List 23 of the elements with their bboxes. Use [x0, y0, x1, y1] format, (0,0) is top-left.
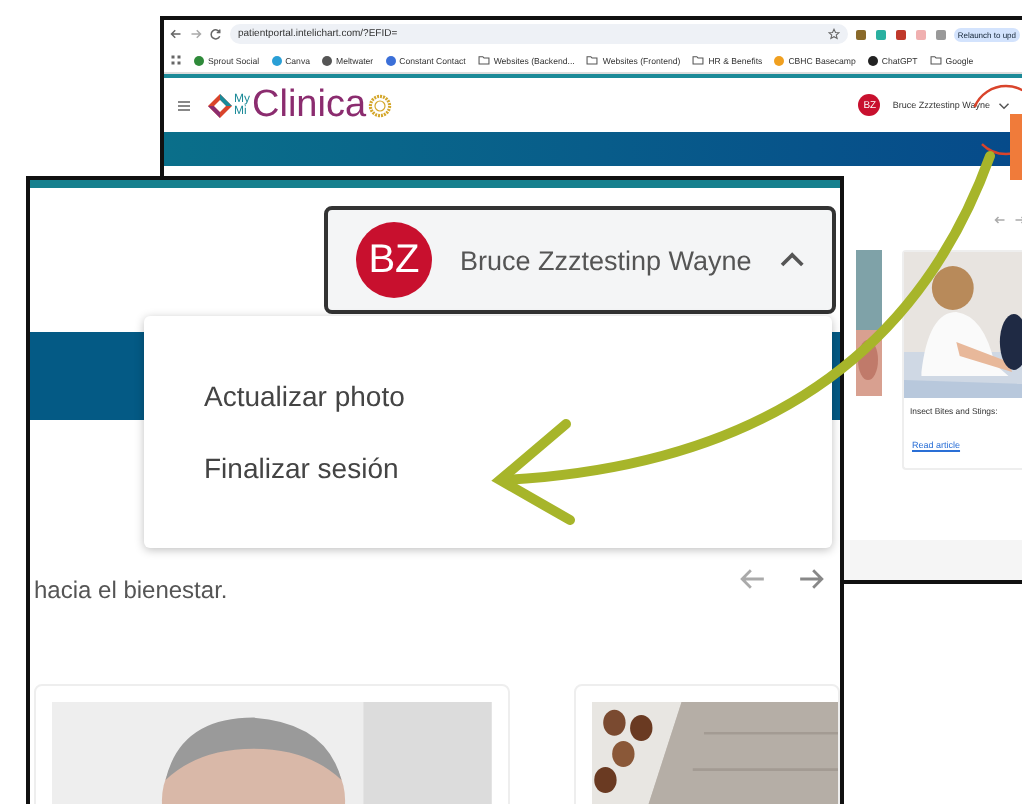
- folder-icon: [586, 54, 599, 66]
- profile-button[interactable]: BZ Bruce Zzztestinp Wayne: [324, 206, 836, 314]
- reload-icon[interactable]: [210, 28, 222, 40]
- arrow-right-icon[interactable]: [798, 565, 824, 591]
- logo-name: Clinica: [252, 85, 367, 125]
- chevron-icon[interactable]: [998, 99, 1010, 111]
- folder-icon: [477, 54, 490, 66]
- menu-icon[interactable]: [176, 97, 192, 113]
- arrow-left-icon[interactable]: [740, 565, 766, 591]
- folder-icon: [929, 54, 942, 66]
- user-avatar: BZ: [356, 222, 432, 298]
- back-icon[interactable]: [170, 28, 182, 40]
- forward-icon[interactable]: [190, 28, 202, 40]
- sun-ring-icon: [368, 93, 393, 117]
- star-icon[interactable]: [827, 28, 840, 40]
- edge-marker: [1010, 114, 1022, 180]
- menu-item[interactable]: Finalizar sesión: [204, 452, 399, 484]
- menu-item[interactable]: Actualizar photo: [204, 380, 405, 412]
- logo-mark-icon: [208, 93, 232, 117]
- intro-text: hacia el bienestar.: [34, 576, 230, 604]
- folder-icon: [692, 54, 705, 66]
- apps-grid-icon[interactable]: [170, 54, 182, 66]
- arrow-left-icon[interactable]: [994, 214, 1006, 226]
